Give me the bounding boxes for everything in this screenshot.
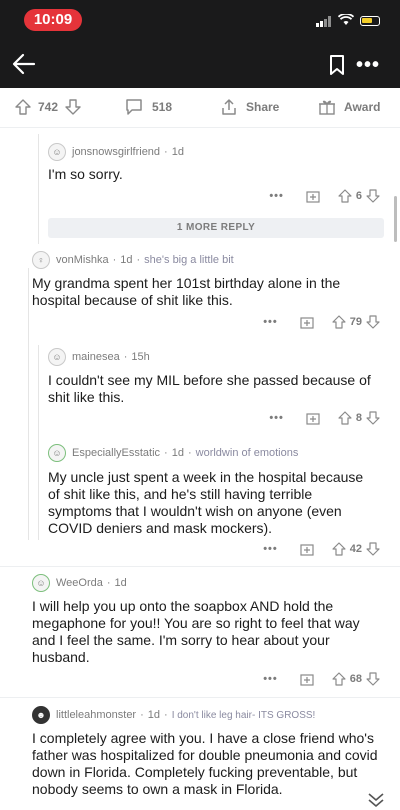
avatar[interactable]: ☻ — [32, 706, 50, 724]
thread-line — [38, 134, 39, 244]
user-flair: I don't like leg hair- ITS GROSS! — [171, 709, 316, 721]
award-icon — [319, 100, 335, 115]
comment-text: I'm so sorry. — [48, 166, 123, 182]
avatar[interactable]: ☺ — [48, 348, 66, 366]
divider — [0, 566, 400, 567]
comment-actions: ••• 68 — [263, 672, 380, 686]
comment-header: ☺ WeeOrda · 1d — [32, 574, 127, 592]
comment-author[interactable]: EspeciallyEsstatic — [72, 447, 160, 459]
more-actions-icon[interactable]: ••• — [269, 190, 284, 202]
downvote-icon[interactable] — [366, 189, 380, 203]
comment-text: My uncle just spent a week in the hospit… — [48, 469, 364, 536]
award-icon[interactable] — [306, 189, 320, 203]
upvote-icon[interactable] — [338, 189, 352, 203]
share-button[interactable]: Share — [220, 98, 279, 116]
wifi-icon — [337, 12, 355, 29]
downvote-icon[interactable] — [366, 672, 380, 686]
award-icon[interactable] — [306, 411, 320, 425]
user-flair: she's big a little bit — [144, 254, 234, 266]
downvote-icon[interactable] — [366, 315, 380, 329]
bookmark-icon[interactable] — [328, 54, 346, 76]
post-vote-group: 742 — [14, 98, 82, 116]
comment-age: 1d — [120, 254, 133, 266]
more-actions-icon[interactable]: ••• — [263, 543, 278, 555]
comment-age: 1d — [114, 577, 127, 589]
comment-age: 1d — [171, 447, 184, 459]
upvote-icon[interactable] — [332, 542, 346, 556]
avatar[interactable]: ♀ — [32, 251, 50, 269]
comment-text: My grandma spent her 101st birthday alon… — [32, 275, 341, 308]
award-icon[interactable] — [300, 672, 314, 686]
status-bar: 10:09 — [0, 0, 400, 40]
top-bar: 10:09 ••• — [0, 0, 400, 88]
upvote-icon[interactable] — [332, 672, 346, 686]
upvote-icon[interactable] — [332, 315, 346, 329]
upvote-icon[interactable] — [14, 98, 32, 116]
comment-header: ☺ jonsnowsgirlfriend · 1d — [48, 143, 184, 161]
comment-text: I couldn't see my MIL before she passed … — [48, 372, 371, 405]
downvote-icon[interactable] — [64, 98, 82, 116]
award-button[interactable]: Award — [318, 98, 380, 116]
comment-score: 68 — [349, 673, 362, 685]
comment-score: 6 — [355, 190, 362, 202]
comment-author[interactable]: WeeOrda — [56, 577, 103, 589]
divider — [0, 697, 400, 698]
comment-count: 518 — [152, 100, 173, 114]
comment-header: ☺ mainesea · 15h — [48, 348, 150, 366]
signal-icon — [316, 16, 332, 27]
comment-actions: ••• 8 — [269, 411, 380, 425]
comment-author[interactable]: littleleahmonster — [56, 709, 136, 721]
comment-age: 15h — [131, 351, 150, 363]
back-arrow-icon[interactable] — [10, 50, 38, 78]
avatar[interactable]: ☺ — [32, 574, 50, 592]
comments-button[interactable]: 518 — [124, 98, 172, 116]
status-time: 10:09 — [24, 9, 82, 31]
collapse-chevron-icon[interactable] — [366, 792, 386, 808]
comment-actions: ••• 79 — [263, 315, 380, 329]
comment-author[interactable]: mainesea — [72, 351, 120, 363]
avatar[interactable]: ☺ — [48, 143, 66, 161]
thread-line — [38, 345, 39, 540]
avatar[interactable]: ☺ — [48, 444, 66, 462]
award-label: Award — [344, 100, 381, 114]
downvote-icon[interactable] — [366, 542, 380, 556]
thread-line — [28, 268, 29, 540]
more-actions-icon[interactable]: ••• — [263, 316, 278, 328]
comment-text: I will help you up onto the soapbox AND … — [32, 598, 360, 665]
more-actions-icon[interactable]: ••• — [263, 673, 278, 685]
comment-age: 1d — [171, 146, 184, 158]
comment-age: 1d — [147, 709, 161, 721]
more-actions-icon[interactable]: ••• — [269, 412, 284, 424]
comment-icon — [126, 99, 142, 115]
comment-header: ☻ littleleahmonster · 1d · I don't like … — [32, 706, 315, 724]
scrollbar[interactable] — [394, 196, 397, 242]
post-vote-count: 742 — [38, 100, 59, 114]
more-options-icon[interactable]: ••• — [356, 54, 380, 77]
comment-author[interactable]: jonsnowsgirlfriend — [72, 146, 160, 158]
more-replies-button[interactable]: 1 MORE REPLY — [48, 218, 384, 238]
share-icon — [222, 99, 236, 115]
comment-author[interactable]: vonMishka — [56, 254, 109, 266]
comment-text: I completely agree with you. I have a cl… — [32, 730, 378, 797]
battery-icon — [360, 16, 380, 26]
share-label: Share — [246, 100, 280, 114]
comment-header: ☺ EspeciallyEsstatic · 1d · worldwin of … — [48, 444, 298, 462]
comment-score: 8 — [355, 412, 362, 424]
comment-actions: ••• 42 — [263, 542, 380, 556]
award-icon[interactable] — [300, 542, 314, 556]
comment-header: ♀ vonMishka · 1d · she's big a little bi… — [32, 251, 234, 269]
user-flair: worldwin of emotions — [195, 447, 299, 459]
award-icon[interactable] — [300, 315, 314, 329]
comment-score: 42 — [349, 543, 362, 555]
downvote-icon[interactable] — [366, 411, 380, 425]
comment-actions: ••• 6 — [269, 189, 380, 203]
upvote-icon[interactable] — [338, 411, 352, 425]
comment-score: 79 — [349, 316, 362, 328]
post-action-bar: 742 518 Share Award — [0, 88, 400, 128]
